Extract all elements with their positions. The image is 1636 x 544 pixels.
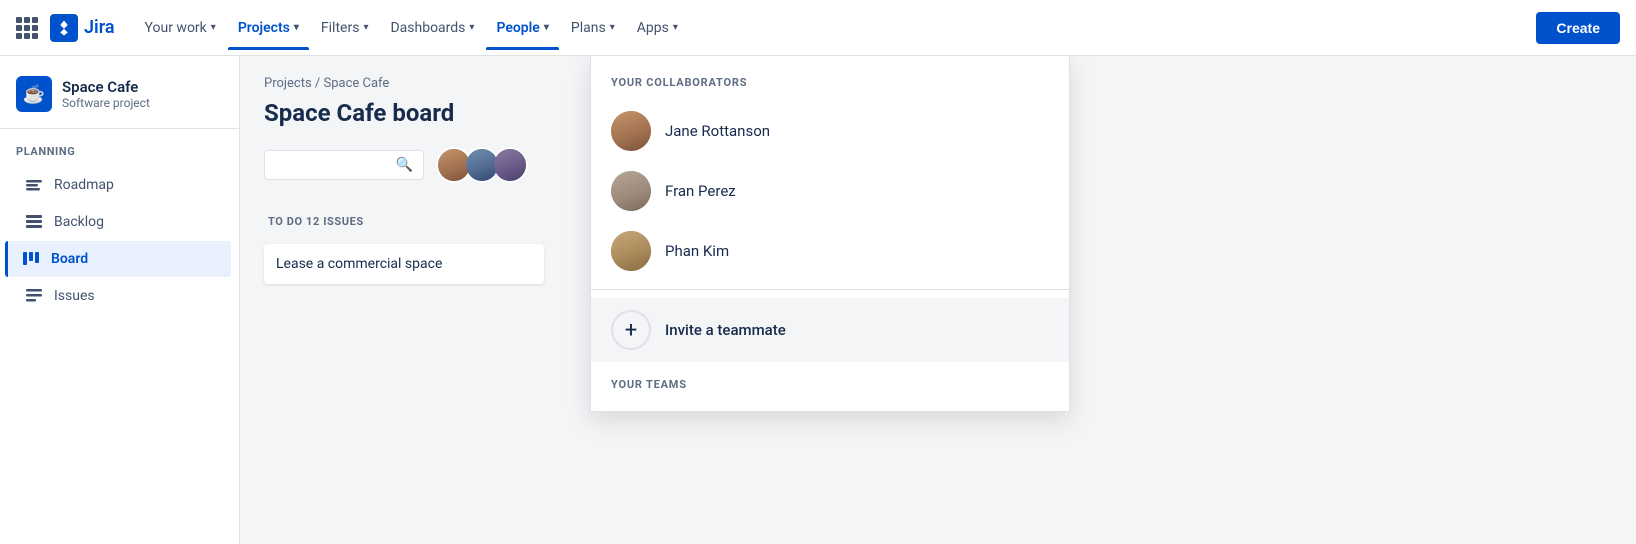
collaborator-item[interactable]: Phan Kim (591, 221, 1069, 281)
nav-item-people[interactable]: People ▾ (486, 14, 558, 42)
roadmap-icon (24, 175, 44, 195)
chevron-down-icon: ▾ (673, 22, 678, 33)
divider (591, 289, 1069, 290)
jira-logo-icon (50, 14, 78, 42)
chevron-down-icon: ▾ (469, 22, 474, 33)
search-input[interactable] (275, 157, 390, 173)
main-layout: ☕ Space Cafe Software project PLANNING R… (0, 56, 1636, 544)
backlog-icon (24, 212, 44, 232)
sidebar-item-board[interactable]: Board (5, 241, 231, 277)
nav-item-projects[interactable]: Projects ▾ (228, 14, 309, 42)
planning-label: PLANNING (0, 145, 239, 166)
sidebar-item-label: Roadmap (54, 177, 114, 193)
sidebar-item-label: Issues (54, 288, 95, 304)
avatar (611, 231, 651, 271)
todo-column: TO DO 12 ISSUES Lease a commercial space (264, 207, 544, 292)
jira-logo-text: Jira (84, 17, 115, 38)
project-type: Software project (62, 96, 150, 110)
chevron-down-icon: ▾ (294, 22, 299, 33)
grid-icon[interactable] (16, 17, 38, 39)
avatar-group (436, 147, 528, 183)
avatar (611, 171, 651, 211)
nav-item-apps[interactable]: Apps ▾ (627, 14, 688, 42)
collaborator-item[interactable]: Fran Perez (591, 161, 1069, 221)
people-dropdown[interactable]: YOUR COLLABORATORS Jane Rottanson Fran P… (590, 56, 1070, 412)
collaborator-name: Fran Perez (665, 182, 736, 200)
nav-item-filters[interactable]: Filters ▾ (311, 14, 379, 42)
sidebar-item-label: Backlog (54, 214, 104, 230)
breadcrumb-current: Space Cafe (324, 76, 390, 91)
chevron-down-icon: ▾ (610, 22, 615, 33)
project-name: Space Cafe (62, 78, 150, 96)
avatar[interactable] (492, 147, 528, 183)
collaborator-item[interactable]: Jane Rottanson (591, 101, 1069, 161)
chevron-down-icon: ▾ (211, 22, 216, 33)
invite-label: Invite a teammate (665, 321, 786, 339)
nav-item-dashboards[interactable]: Dashboards ▾ (380, 14, 484, 42)
chevron-down-icon: ▾ (544, 22, 549, 33)
board-search[interactable]: 🔍 (264, 150, 424, 180)
card-text: Lease a commercial space (276, 256, 442, 272)
board-card[interactable]: Lease a commercial space (264, 244, 544, 284)
sidebar-project-header: ☕ Space Cafe Software project (0, 76, 239, 129)
invite-teammate-item[interactable]: + Invite a teammate (591, 298, 1069, 362)
sidebar-item-label: Board (51, 251, 88, 267)
chevron-down-icon: ▾ (363, 22, 368, 33)
sidebar-item-issues[interactable]: Issues (8, 278, 231, 314)
nav-items: Your work ▾ Projects ▾ Filters ▾ Dashboa… (135, 14, 1529, 42)
plus-icon: + (611, 310, 651, 350)
project-icon: ☕ (16, 76, 52, 112)
jira-logo[interactable]: Jira (50, 14, 115, 42)
sidebar-item-roadmap[interactable]: Roadmap (8, 167, 231, 203)
collaborators-section-label: YOUR COLLABORATORS (591, 76, 1069, 101)
breadcrumb-separator: / (315, 76, 324, 91)
issues-icon (24, 286, 44, 306)
search-icon: 🔍 (396, 157, 413, 173)
nav-item-plans[interactable]: Plans ▾ (561, 14, 625, 42)
teams-section-label: YOUR TEAMS (591, 362, 1069, 395)
column-header: TO DO 12 ISSUES (264, 207, 544, 236)
collaborator-name: Phan Kim (665, 242, 729, 260)
board-icon (21, 249, 41, 269)
sidebar-item-backlog[interactable]: Backlog (8, 204, 231, 240)
navbar: Jira Your work ▾ Projects ▾ Filters ▾ Da… (0, 0, 1636, 56)
nav-item-your-work[interactable]: Your work ▾ (135, 14, 226, 42)
sidebar: ☕ Space Cafe Software project PLANNING R… (0, 56, 240, 544)
breadcrumb-projects[interactable]: Projects (264, 76, 312, 91)
avatar (611, 111, 651, 151)
collaborator-name: Jane Rottanson (665, 122, 770, 140)
create-button[interactable]: Create (1536, 12, 1620, 44)
